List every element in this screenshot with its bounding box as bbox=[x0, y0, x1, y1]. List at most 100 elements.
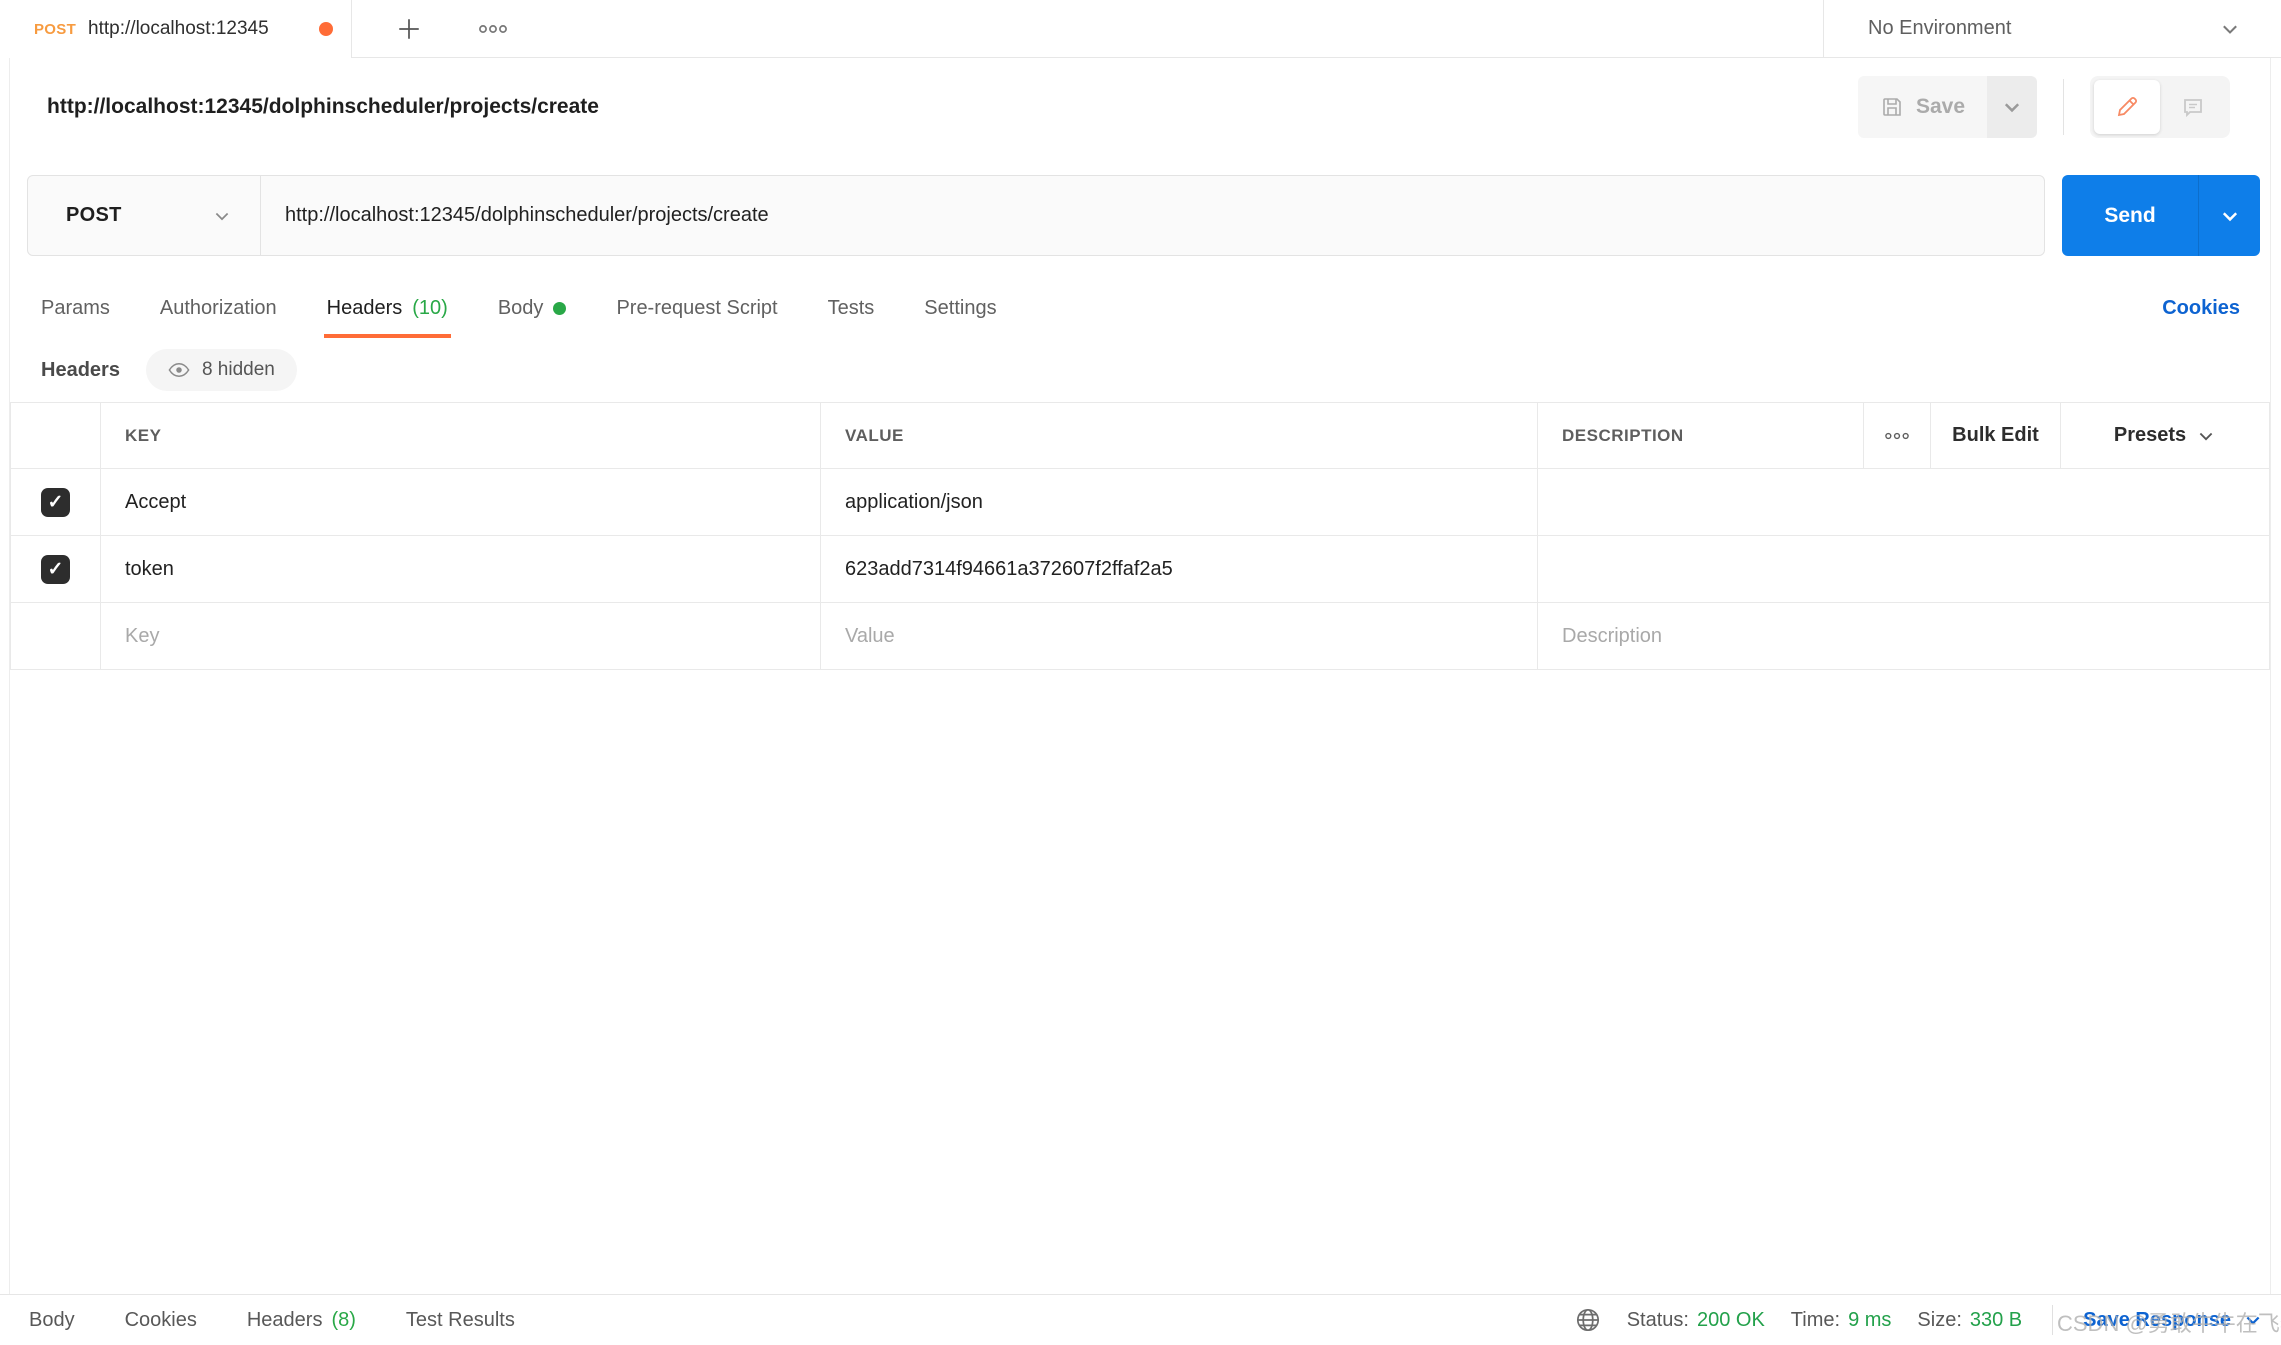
doc-comment-toggle bbox=[2090, 76, 2230, 138]
response-meta: Status: 200 OK Time: 9 ms Size: 330 B Sa… bbox=[1575, 1305, 2263, 1335]
time-label: Time: bbox=[1790, 1308, 1841, 1331]
header-row-empty: Key Value Description bbox=[11, 603, 2269, 670]
column-description: DESCRIPTION bbox=[1537, 403, 1863, 468]
environment-selector[interactable]: No Environment bbox=[1823, 0, 2281, 58]
header-row-token: ✓ token 623add7314f94661a372607f2ffaf2a5 bbox=[11, 536, 2269, 603]
panel-left-border bbox=[9, 58, 10, 1345]
description-cell[interactable] bbox=[1537, 536, 2269, 602]
chevron-down-icon bbox=[2246, 1316, 2260, 1325]
response-headers-count: (8) bbox=[331, 1308, 356, 1331]
table-more-options-button[interactable] bbox=[1863, 403, 1930, 468]
row-checkbox-checked[interactable]: ✓ bbox=[41, 554, 70, 584]
send-options-button[interactable] bbox=[2198, 175, 2260, 256]
save-button-group: Save bbox=[1857, 76, 2037, 138]
column-key: KEY bbox=[100, 403, 820, 468]
tab-params[interactable]: Params bbox=[41, 278, 110, 338]
value-cell-placeholder[interactable]: Value bbox=[820, 603, 1537, 669]
value-cell[interactable]: 623add7314f94661a372607f2ffaf2a5 bbox=[820, 536, 1537, 602]
tab-label: Authorization bbox=[159, 296, 277, 319]
response-tab-label: Body bbox=[29, 1308, 75, 1331]
method-selector[interactable]: POST bbox=[28, 176, 261, 255]
tab-pre-request-script[interactable]: Pre-request Script bbox=[616, 278, 777, 338]
pencil-icon bbox=[2117, 96, 2138, 117]
size-indicator[interactable]: Size: 330 B bbox=[1917, 1309, 2022, 1332]
tab-headers[interactable]: Headers (10) bbox=[323, 278, 452, 338]
status-indicator[interactable]: Status: 200 OK bbox=[1627, 1309, 1765, 1332]
hidden-headers-toggle[interactable]: 8 hidden bbox=[145, 349, 297, 391]
chevron-down-icon bbox=[215, 212, 229, 220]
network-info-button[interactable] bbox=[1575, 1307, 1601, 1333]
time-indicator[interactable]: Time: 9 ms bbox=[1791, 1309, 1892, 1332]
comment-icon bbox=[2184, 99, 2202, 118]
time-value: 9 ms bbox=[1848, 1308, 1892, 1331]
cookies-link[interactable]: Cookies bbox=[2162, 297, 2240, 320]
tab-label: Tests bbox=[827, 296, 875, 319]
request-tab[interactable]: POST http://localhost:12345 bbox=[0, 0, 352, 58]
method-label: POST bbox=[66, 204, 122, 226]
tab-label: Body bbox=[497, 296, 544, 319]
panel-right-border bbox=[2270, 58, 2271, 1345]
save-button[interactable]: Save bbox=[1857, 76, 1987, 138]
column-value: VALUE bbox=[820, 403, 1537, 468]
description-cell[interactable] bbox=[1537, 469, 2269, 535]
postman-window: POST http://localhost:12345 No Environme… bbox=[0, 0, 2281, 1345]
chevron-down-icon bbox=[2223, 25, 2237, 34]
request-title: http://localhost:12345/dolphinscheduler/… bbox=[47, 95, 599, 118]
send-button[interactable]: Send bbox=[2062, 175, 2198, 256]
new-tab-button[interactable] bbox=[388, 8, 430, 50]
headers-section-title: Headers bbox=[41, 358, 120, 381]
size-label: Size: bbox=[1917, 1308, 1962, 1331]
key-cell[interactable]: Accept bbox=[100, 469, 820, 535]
save-response-button[interactable]: Save Response bbox=[2083, 1309, 2263, 1332]
tab-tests[interactable]: Tests bbox=[828, 278, 875, 338]
tab-label: Pre-request Script bbox=[616, 296, 778, 319]
tab-method-label: POST bbox=[34, 20, 77, 38]
eye-icon bbox=[168, 363, 190, 377]
headers-table: KEY VALUE DESCRIPTION Bulk Edit Presets … bbox=[10, 402, 2270, 670]
tab-label: Headers bbox=[326, 296, 403, 319]
size-value: 330 B bbox=[1969, 1308, 2023, 1331]
header-select-cell bbox=[11, 403, 100, 468]
tab-strip-space bbox=[352, 0, 1823, 58]
row-select-cell: ✓ bbox=[11, 469, 100, 535]
tab-bar: POST http://localhost:12345 No Environme… bbox=[0, 0, 2281, 58]
tab-settings[interactable]: Settings bbox=[924, 278, 996, 338]
comments-button[interactable] bbox=[2160, 80, 2226, 134]
response-tab-body[interactable]: Body bbox=[29, 1309, 75, 1332]
table-header-row: KEY VALUE DESCRIPTION Bulk Edit Presets bbox=[11, 403, 2269, 469]
response-tab-cookies[interactable]: Cookies bbox=[125, 1309, 197, 1332]
chevron-down-icon bbox=[2199, 432, 2213, 440]
plus-icon bbox=[399, 18, 419, 39]
tab-body[interactable]: Body bbox=[498, 278, 567, 338]
value-cell[interactable]: application/json bbox=[820, 469, 1537, 535]
key-cell-placeholder[interactable]: Key bbox=[100, 603, 820, 669]
edit-documentation-button[interactable] bbox=[2094, 80, 2160, 134]
save-options-button[interactable] bbox=[1987, 76, 2037, 138]
row-checkbox-checked[interactable]: ✓ bbox=[41, 487, 70, 517]
request-actions: Save bbox=[1857, 76, 2230, 138]
description-cell-placeholder[interactable]: Description bbox=[1537, 603, 2269, 669]
key-cell[interactable]: token bbox=[100, 536, 820, 602]
header-row-accept: ✓ Accept application/json bbox=[11, 469, 2269, 536]
bulk-edit-button[interactable]: Bulk Edit bbox=[1930, 403, 2060, 468]
chevron-down-icon bbox=[2222, 211, 2237, 221]
save-icon bbox=[1883, 98, 1901, 116]
send-button-group: Send bbox=[2062, 175, 2260, 256]
response-tab-headers[interactable]: Headers (8) bbox=[247, 1309, 356, 1332]
response-tab-test-results[interactable]: Test Results bbox=[406, 1309, 515, 1332]
check-icon: ✓ bbox=[47, 558, 64, 580]
url-input[interactable]: http://localhost:12345/dolphinscheduler/… bbox=[261, 204, 2044, 227]
chevron-down-icon bbox=[2004, 103, 2020, 113]
response-status-bar: Body Cookies Headers (8) Test Results St… bbox=[0, 1294, 2281, 1345]
tab-label: Params bbox=[41, 296, 110, 319]
tab-options-button[interactable] bbox=[472, 8, 514, 50]
environment-label: No Environment bbox=[1868, 17, 2012, 39]
divider bbox=[2063, 79, 2064, 135]
tab-label: Settings bbox=[924, 296, 997, 319]
presets-dropdown[interactable]: Presets bbox=[2060, 403, 2269, 468]
body-present-dot-icon bbox=[553, 301, 567, 315]
hidden-headers-label: 8 hidden bbox=[201, 359, 275, 380]
response-tab-label: Cookies bbox=[124, 1308, 197, 1331]
request-header: http://localhost:12345/dolphinscheduler/… bbox=[10, 58, 2270, 156]
tab-authorization[interactable]: Authorization bbox=[160, 278, 277, 338]
